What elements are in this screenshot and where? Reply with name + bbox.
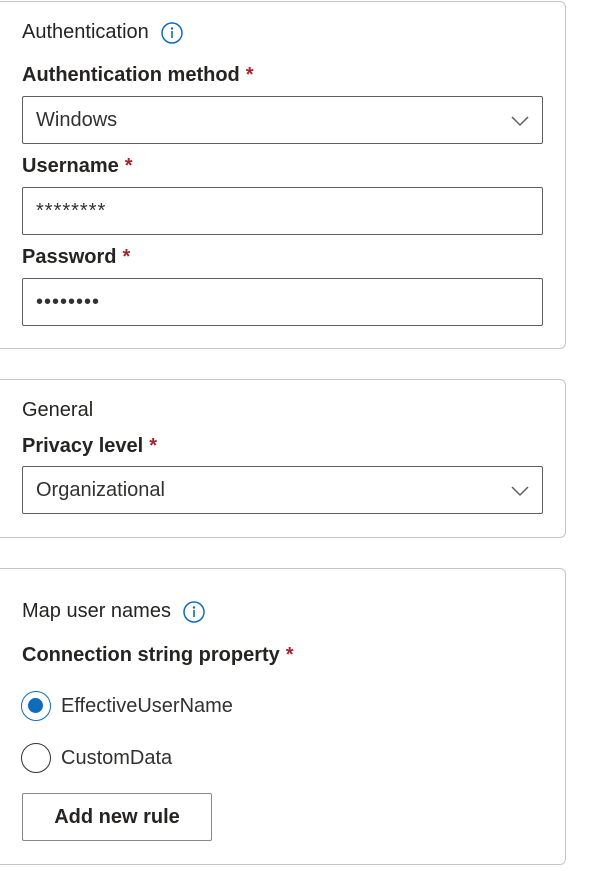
password-value: •••••••• xyxy=(36,290,101,313)
authentication-method-value: Windows xyxy=(36,108,118,131)
password-input[interactable]: •••••••• xyxy=(22,278,543,326)
required-marker: * xyxy=(245,64,254,86)
connection-string-property-label-text: Connection string property xyxy=(22,644,280,666)
info-icon[interactable] xyxy=(161,21,183,44)
authentication-heading: Authentication xyxy=(22,21,183,44)
required-marker: * xyxy=(124,155,133,177)
radio-option-label: CustomData xyxy=(61,746,173,769)
general-heading: General xyxy=(22,399,93,422)
radio-effective-user-name[interactable]: EffectiveUserName xyxy=(21,691,233,721)
general-title: General xyxy=(22,399,94,421)
password-label-text: Password xyxy=(22,246,117,268)
authentication-method-label-text: Authentication method xyxy=(22,64,240,86)
info-icon[interactable] xyxy=(183,600,205,623)
required-marker: * xyxy=(285,644,294,666)
radio-button-unselected[interactable] xyxy=(21,743,51,773)
username-label-text: Username xyxy=(22,155,119,177)
username-label: Username * xyxy=(22,155,133,178)
map-user-names-panel: Map user names Connection string propert… xyxy=(0,568,566,865)
authentication-method-dropdown[interactable]: Windows xyxy=(22,96,543,144)
privacy-level-label-text: Privacy level xyxy=(22,435,144,457)
chevron-down-icon xyxy=(511,486,529,497)
map-user-names-heading: Map user names xyxy=(22,600,205,623)
privacy-level-dropdown[interactable]: Organizational xyxy=(22,466,543,514)
general-panel: General Privacy level * Organizational xyxy=(0,379,566,538)
map-user-names-title: Map user names xyxy=(22,600,171,622)
password-label: Password * xyxy=(22,246,130,269)
required-marker: * xyxy=(149,435,158,457)
authentication-panel: Authentication Authentication method * Wi… xyxy=(0,1,566,349)
radio-option-label: EffectiveUserName xyxy=(61,694,233,717)
username-value: ******** xyxy=(36,199,107,222)
radio-button-selected[interactable] xyxy=(21,691,51,721)
privacy-level-value: Organizational xyxy=(36,478,165,501)
add-new-rule-button[interactable]: Add new rule xyxy=(22,793,212,841)
authentication-title: Authentication xyxy=(22,21,149,43)
required-marker: * xyxy=(122,246,131,268)
radio-custom-data[interactable]: CustomData xyxy=(21,743,172,773)
connection-string-property-label: Connection string property * xyxy=(22,644,294,667)
authentication-method-label: Authentication method * xyxy=(22,64,254,87)
privacy-level-label: Privacy level * xyxy=(22,435,157,458)
chevron-down-icon xyxy=(511,116,529,127)
username-input[interactable]: ******** xyxy=(22,187,543,235)
